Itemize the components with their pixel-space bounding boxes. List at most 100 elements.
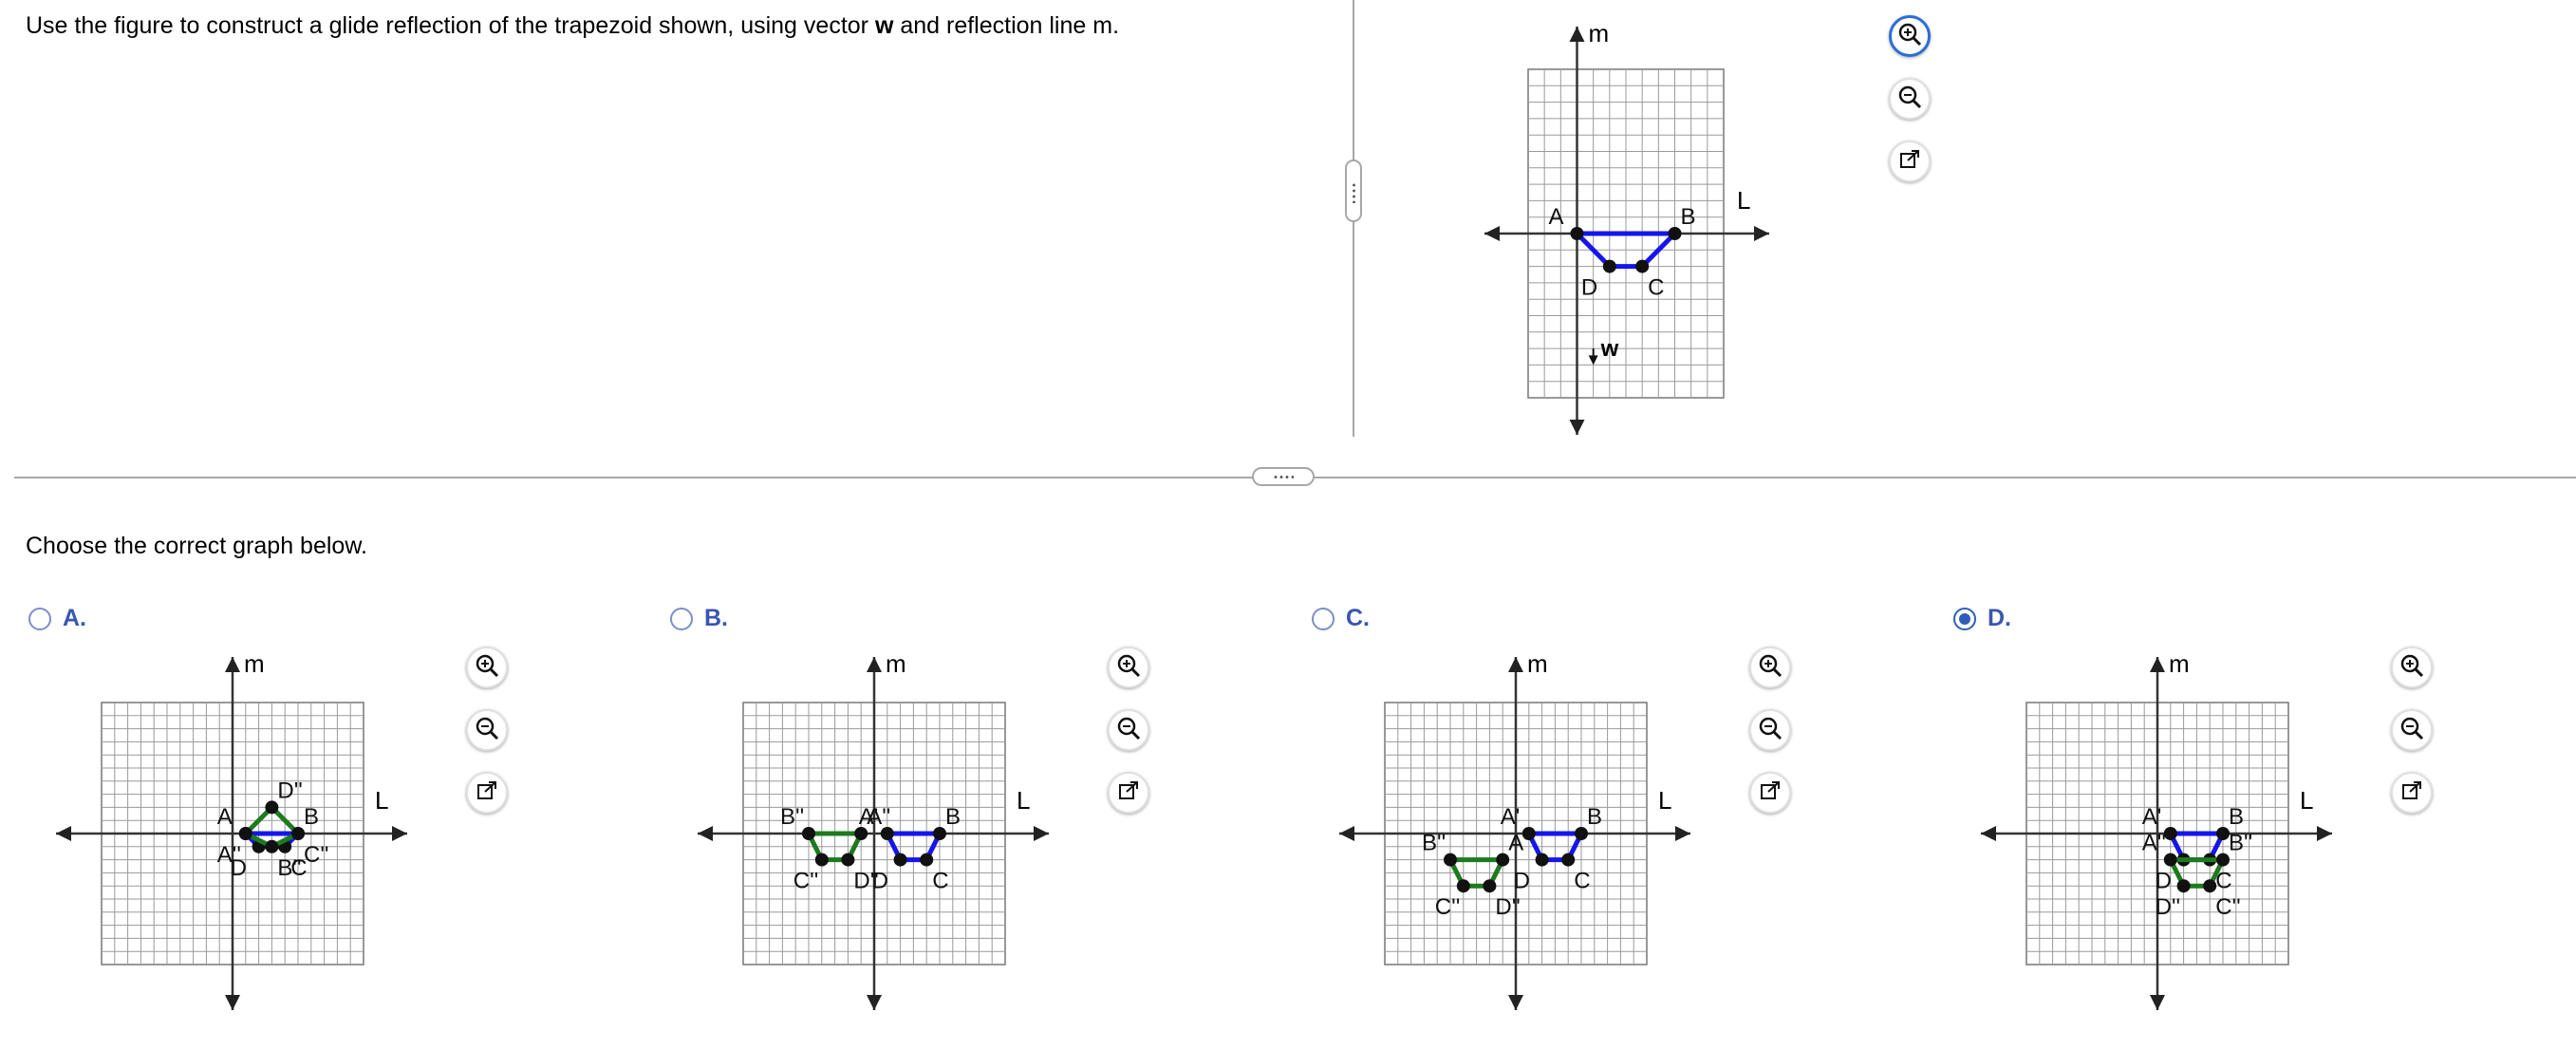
- zoom-in-icon: [2399, 652, 2425, 684]
- vertex-point: [265, 800, 279, 815]
- option-d-tools: [2391, 647, 2433, 814]
- popout-icon: [476, 779, 498, 807]
- vertex-point: [1483, 879, 1497, 893]
- horizontal-axis-label: L: [1658, 786, 1671, 815]
- option-c[interactable]: C.: [1312, 605, 1370, 632]
- image-vertex-label: D'': [1495, 894, 1521, 920]
- option-a-tools: [466, 647, 508, 814]
- vertex-label: D: [1514, 869, 1530, 894]
- vector-name: w: [874, 12, 894, 39]
- vertex-label: C: [932, 869, 948, 894]
- question-graph: m L A B C Dw: [1481, 17, 1784, 444]
- zoom-in-button[interactable]: [1749, 647, 1791, 688]
- vertical-resize-handle[interactable]: [1345, 159, 1362, 222]
- vector-w-label: w: [1600, 336, 1619, 362]
- option-b-label: B.: [704, 605, 728, 631]
- vertex-point: [1575, 827, 1588, 840]
- zoom-out-icon: [1757, 715, 1783, 746]
- image-vertex-label: B'': [277, 855, 301, 881]
- option-a-graph: m L A B C D A'' B'' C'' D'': [52, 649, 413, 1020]
- option-c-radio[interactable]: [1312, 607, 1335, 630]
- vertex-label: A': [2142, 804, 2162, 830]
- vertex-point: [1535, 853, 1549, 867]
- popout-button[interactable]: [1108, 772, 1149, 814]
- popout-button[interactable]: [1749, 772, 1791, 814]
- option-d-radio[interactable]: [1953, 607, 1976, 630]
- horizontal-resize-handle[interactable]: [1252, 467, 1315, 486]
- horizontal-axis-label: L: [375, 786, 388, 815]
- horizontal-axis-label: L: [2300, 786, 2313, 815]
- popout-icon: [2400, 779, 2423, 807]
- option-c-graph: m L A' B C D A'' B'' C'' D'': [1335, 649, 1696, 1020]
- axis-arrow-right: [1754, 226, 1769, 241]
- option-a[interactable]: A.: [28, 605, 86, 632]
- image-vertex-label: B'': [1422, 831, 1446, 856]
- option-a-radio[interactable]: [28, 607, 51, 630]
- vertical-axis-label: m: [1589, 19, 1610, 47]
- zoom-in-button[interactable]: [466, 647, 508, 688]
- image-vertex-label: D'': [853, 869, 879, 894]
- axis-arrow-up: [225, 657, 240, 672]
- vertex-point: [2216, 853, 2230, 867]
- axis-arrow-left: [698, 826, 713, 841]
- zoom-in-button[interactable]: [1108, 647, 1149, 688]
- zoom-out-icon: [1896, 84, 1923, 115]
- option-d-graph-svg: mLA' BCDA'' B''C''D'': [1981, 649, 2332, 1010]
- zoom-in-icon: [1896, 21, 1923, 52]
- axis-arrow-down: [2150, 995, 2165, 1010]
- popout-button[interactable]: [1889, 141, 1931, 182]
- zoom-in-button[interactable]: [1889, 15, 1931, 57]
- option-b-radio[interactable]: [670, 607, 693, 630]
- vertex-point: [265, 839, 279, 853]
- popout-icon: [1117, 779, 1140, 807]
- question-text-before: Use the figure to construct a glide refl…: [26, 12, 875, 39]
- vertex-label: D: [1581, 275, 1597, 301]
- vertex-point: [2176, 879, 2191, 893]
- option-d-graph: m L A' B C D A'' B'' C'' D'': [1977, 649, 2338, 1020]
- vertex-label: D: [2156, 869, 2172, 894]
- vertex-label: B: [2229, 804, 2244, 830]
- axis-arrow-left: [1981, 826, 1996, 841]
- popout-button[interactable]: [2391, 772, 2433, 814]
- option-a-label: A.: [63, 605, 86, 631]
- image-vertex-label: D'': [277, 778, 303, 803]
- zoom-out-button[interactable]: [1749, 709, 1791, 751]
- vertex-label: B: [1587, 804, 1602, 830]
- option-d-label: D.: [1988, 605, 2011, 631]
- axis-arrow-left: [1339, 826, 1354, 841]
- zoom-in-button[interactable]: [2391, 647, 2433, 688]
- popout-button[interactable]: [466, 772, 508, 814]
- option-b[interactable]: B.: [670, 605, 728, 632]
- vertex-point: [1561, 853, 1576, 867]
- vertex-point: [1496, 853, 1510, 867]
- vertex-point: [1456, 879, 1470, 893]
- question-text-after: and reflection line m.: [893, 12, 1120, 39]
- vertex-point: [933, 827, 946, 840]
- horizontal-axis-label: L: [1017, 786, 1030, 815]
- axis-arrow-down: [1508, 995, 1523, 1010]
- vertex-point: [854, 827, 868, 840]
- option-b-graph: m L A' B C D A'' B'' C'' D'': [694, 649, 1055, 1020]
- vertex-point: [1635, 259, 1650, 273]
- vertex-label: A: [1549, 204, 1564, 230]
- axis-arrow-right: [392, 826, 407, 841]
- option-b-graph-svg: mLA' BCDA''B''C'' D'': [698, 649, 1049, 1010]
- vertical-axis-label: m: [886, 649, 906, 678]
- axis-arrow-right: [2317, 826, 2332, 841]
- vertex-label: C: [1574, 869, 1590, 894]
- vertex-point: [841, 853, 855, 867]
- zoom-out-button[interactable]: [2391, 709, 2433, 751]
- axis-arrow-up: [867, 657, 882, 672]
- zoom-in-icon: [1757, 652, 1783, 684]
- zoom-out-button[interactable]: [466, 709, 508, 751]
- image-vertex-label: C'': [793, 869, 819, 894]
- image-vertex-label: B'': [780, 804, 804, 830]
- vertical-axis-label: m: [1527, 649, 1548, 678]
- axis-arrow-down: [225, 995, 240, 1010]
- zoom-out-button[interactable]: [1889, 78, 1931, 120]
- option-d[interactable]: D.: [1953, 605, 2011, 632]
- axis-arrow-right: [1675, 826, 1690, 841]
- zoom-out-button[interactable]: [1108, 709, 1149, 751]
- image-vertex-label: C'': [304, 842, 329, 868]
- vertex-point: [2203, 879, 2217, 893]
